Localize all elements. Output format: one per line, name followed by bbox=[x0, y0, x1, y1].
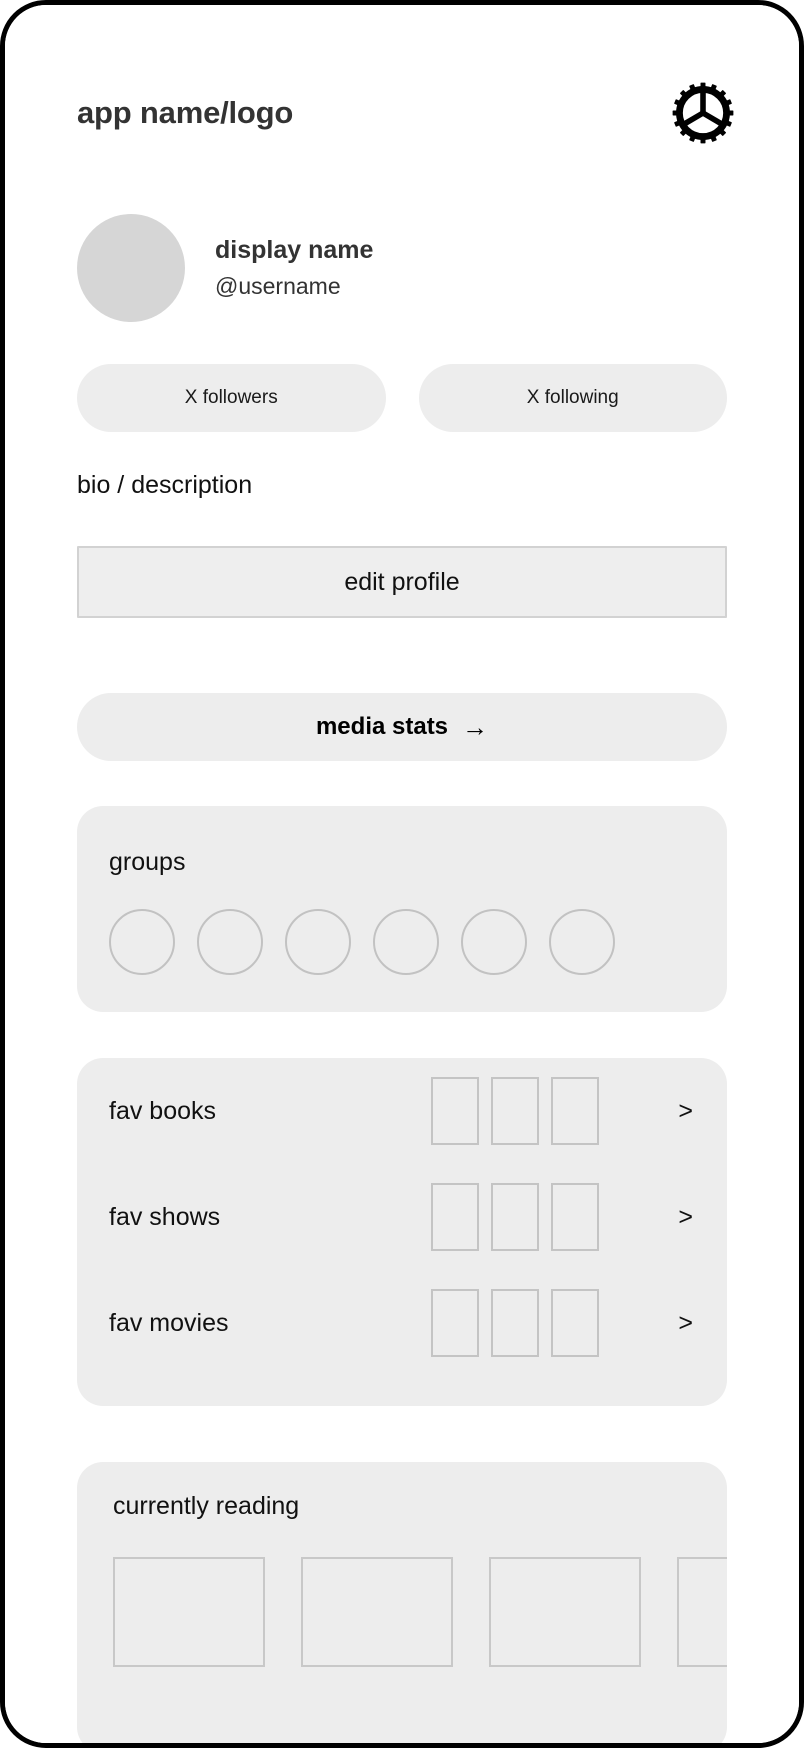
thumbnail[interactable] bbox=[491, 1289, 539, 1357]
followers-button[interactable]: X followers bbox=[77, 364, 386, 432]
chevron-right-icon[interactable]: > bbox=[678, 1204, 693, 1230]
fav-shows-thumbs[interactable] bbox=[431, 1183, 599, 1251]
reading-thumbnail[interactable] bbox=[677, 1557, 727, 1667]
following-button[interactable]: X following bbox=[418, 364, 727, 432]
reading-thumbnail[interactable] bbox=[489, 1557, 641, 1667]
groups-card[interactable]: groups bbox=[77, 806, 727, 1012]
group-avatar[interactable] bbox=[549, 909, 615, 975]
group-avatar[interactable] bbox=[461, 909, 527, 975]
groups-avatar-strip[interactable] bbox=[109, 909, 727, 975]
currently-reading-strip[interactable] bbox=[113, 1557, 727, 1667]
fav-shows-row[interactable]: fav shows > bbox=[109, 1164, 701, 1270]
fav-movies-row[interactable]: fav movies > bbox=[109, 1270, 701, 1376]
currently-reading-card[interactable]: currently reading bbox=[77, 1462, 727, 1743]
fav-movies-label: fav movies bbox=[109, 1308, 229, 1337]
settings-button[interactable] bbox=[671, 81, 735, 145]
display-name: display name bbox=[215, 236, 374, 265]
fav-shows-label: fav shows bbox=[109, 1202, 221, 1231]
chevron-right-icon[interactable]: > bbox=[678, 1098, 693, 1124]
gear-icon bbox=[672, 82, 734, 144]
reading-thumbnail[interactable] bbox=[113, 1557, 265, 1667]
profile-summary: display name @username bbox=[77, 214, 373, 322]
app-header: app name/logo bbox=[77, 77, 734, 149]
thumbnail[interactable] bbox=[491, 1077, 539, 1145]
reading-thumbnail[interactable] bbox=[301, 1557, 453, 1667]
group-avatar[interactable] bbox=[197, 909, 263, 975]
app-screen: app name/logo display name @username X f… bbox=[5, 5, 799, 1743]
thumbnail[interactable] bbox=[491, 1183, 539, 1251]
thumbnail[interactable] bbox=[551, 1183, 599, 1251]
thumbnail[interactable] bbox=[431, 1077, 479, 1145]
thumbnail[interactable] bbox=[431, 1289, 479, 1357]
phone-frame: app name/logo display name @username X f… bbox=[0, 0, 804, 1748]
fav-books-row[interactable]: fav books > bbox=[109, 1058, 701, 1164]
arrow-right-icon: → bbox=[462, 712, 489, 742]
groups-title: groups bbox=[109, 848, 186, 876]
thumbnail[interactable] bbox=[551, 1077, 599, 1145]
group-avatar[interactable] bbox=[373, 909, 439, 975]
bio-text: bio / description bbox=[77, 471, 253, 499]
thumbnail[interactable] bbox=[431, 1183, 479, 1251]
follow-stats-row: X followers X following bbox=[77, 364, 727, 432]
avatar[interactable] bbox=[77, 214, 185, 322]
fav-books-label: fav books bbox=[109, 1096, 217, 1125]
fav-movies-thumbs[interactable] bbox=[431, 1289, 599, 1357]
fav-books-thumbs[interactable] bbox=[431, 1077, 599, 1145]
media-stats-button[interactable]: media stats → bbox=[77, 693, 727, 761]
group-avatar[interactable] bbox=[109, 909, 175, 975]
app-title: app name/logo bbox=[77, 95, 294, 130]
thumbnail[interactable] bbox=[551, 1289, 599, 1357]
edit-profile-button[interactable]: edit profile bbox=[77, 546, 727, 618]
currently-reading-title: currently reading bbox=[113, 1492, 300, 1520]
username: @username bbox=[215, 272, 341, 299]
media-stats-label: media stats bbox=[315, 713, 449, 740]
chevron-right-icon[interactable]: > bbox=[678, 1310, 693, 1336]
profile-names: display name @username bbox=[215, 237, 373, 299]
group-avatar[interactable] bbox=[285, 909, 351, 975]
favourites-card: fav books > fav shows > fav movies > bbox=[77, 1058, 727, 1406]
